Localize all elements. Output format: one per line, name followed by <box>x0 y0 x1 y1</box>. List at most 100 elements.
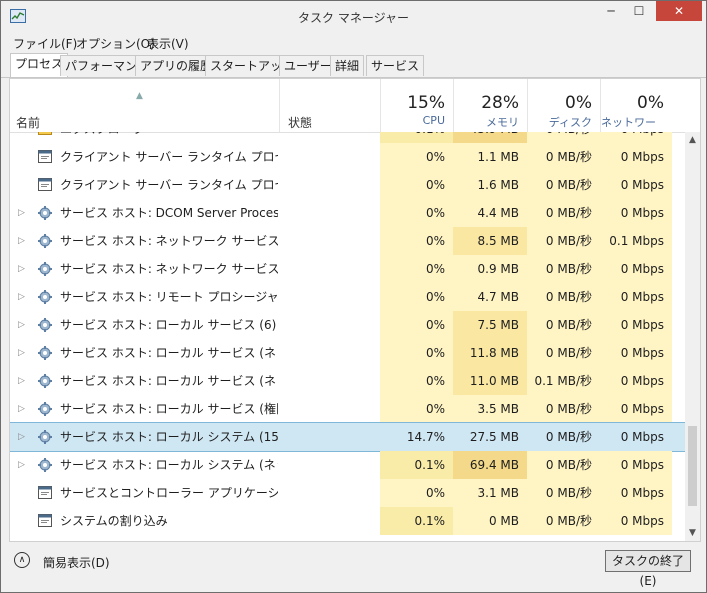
sort-up-icon: ▲ <box>136 91 143 101</box>
process-memory: 4.7 MB <box>453 283 527 311</box>
expand-arrow-icon[interactable]: ▷ <box>18 227 25 255</box>
chevron-up-icon[interactable]: ∧ <box>14 552 30 568</box>
expand-arrow-icon[interactable]: ▷ <box>18 255 25 283</box>
column-disk-header[interactable]: 0% ディスク <box>527 79 600 132</box>
process-row[interactable]: ▷サービス ホスト: ローカル サービス (ネットワ...0%11.8 MB0 … <box>10 339 685 367</box>
process-row[interactable]: ▷ エクスプローラー 0.1%45.9 MB0 MB/秒0 Mbps <box>10 132 685 143</box>
expand-arrow-icon[interactable]: ▷ <box>18 311 25 339</box>
process-disk: 0 MB/秒 <box>527 395 600 423</box>
minimize-button[interactable]: ─ <box>597 1 625 21</box>
vertical-scrollbar[interactable]: ▲ ▼ <box>685 132 700 541</box>
window-icon <box>38 178 52 191</box>
cpu-label: CPU <box>422 114 445 127</box>
process-disk: 0 MB/秒 <box>527 507 600 535</box>
expand-arrow-icon[interactable]: ▷ <box>18 283 25 311</box>
process-row[interactable]: ▷ サービス ホスト: ローカル サービス (権限の... 0%3.5 MB0 MB… <box>10 395 685 423</box>
menu-bar: ファイル(F) オプション(O) 表示(V) <box>1 32 706 52</box>
process-name: サービス ホスト: ローカル システム (ネットワ... <box>60 458 278 472</box>
gear-icon <box>38 290 52 304</box>
process-name: エクスプローラー <box>60 132 278 143</box>
process-name: サービス ホスト: ローカル サービス (ネットワ... <box>60 346 278 360</box>
memory-label: メモリ <box>486 116 519 129</box>
process-disk: 0 MB/秒 <box>527 132 600 143</box>
process-row[interactable]: ▷ サービス ホスト: DCOM Server Proces... 0% 4.4 MB… <box>10 199 685 227</box>
process-cpu: 0.1% <box>380 451 453 479</box>
cpu-total: 15% <box>407 93 445 113</box>
process-name: サービス ホスト: ローカル サービス (ネットワ... <box>60 374 278 388</box>
process-memory: 0.9 MB <box>453 255 527 283</box>
process-memory: 45.9 MB <box>453 132 527 143</box>
process-disk: 0 MB/秒 <box>527 171 600 199</box>
process-memory: 7.5 MB <box>453 311 527 339</box>
column-network-header[interactable]: 0% ネットワーク <box>600 79 672 145</box>
expand-arrow-icon[interactable]: ▷ <box>18 132 25 143</box>
gear-icon <box>38 234 52 248</box>
process-row[interactable]: クライアント サーバー ランタイム プロセス 0% 1.1 MB 0 MB/秒 0 Mb… <box>10 143 685 171</box>
process-cpu: 0% <box>380 143 453 171</box>
expand-arrow-icon[interactable]: ▷ <box>18 199 25 227</box>
column-memory-header[interactable]: 28% メモリ <box>453 79 527 132</box>
close-button[interactable]: ✕ <box>656 1 702 21</box>
process-network: 0 Mbps <box>600 451 672 479</box>
process-memory: 11.0 MB <box>453 367 527 395</box>
process-name: システムの割り込み <box>60 514 168 528</box>
expand-arrow-icon[interactable]: ▷ <box>18 367 25 395</box>
expand-arrow-icon[interactable]: ▷ <box>18 423 25 451</box>
process-memory: 11.8 MB <box>453 339 527 367</box>
process-network: 0 Mbps <box>600 339 672 367</box>
column-status: 状態 <box>288 116 313 130</box>
gear-icon <box>38 374 52 388</box>
process-network: 0 Mbps <box>600 395 672 423</box>
process-row[interactable]: ▷ サービス ホスト: リモート プロシージャ コー... 0%4.7 MB0 MB… <box>10 283 685 311</box>
end-task-button[interactable]: タスクの終了(E) <box>605 550 691 588</box>
column-name[interactable]: 名前 <box>16 114 40 131</box>
process-row[interactable]: ▷サービス ホスト: ネットワーク サービス (ネッ...0%0.9 MB0 M… <box>10 255 685 283</box>
gear-icon <box>38 346 52 360</box>
column-cpu-header[interactable]: 15% CPU <box>380 79 453 132</box>
menu-options[interactable]: オプション(O) <box>76 35 155 52</box>
process-row[interactable]: システムの割り込み 0.1% 0 MB 0 MB/秒 0 Mbps <box>10 507 685 535</box>
process-cpu: 0% <box>380 199 453 227</box>
window-icon <box>38 150 52 163</box>
tab-details[interactable]: 詳細 <box>330 55 365 76</box>
process-row[interactable]: ▷ サービス ホスト: ローカル システム (15) 14.7% 27.5 MB 0 M… <box>10 422 685 452</box>
process-cpu: 0% <box>380 311 453 339</box>
explorer-icon <box>38 132 52 135</box>
process-row[interactable]: サービスとコントローラー アプリケーション 0%3.1 MB0 MB/秒0 Mbp… <box>10 479 685 507</box>
column-status-header[interactable]: 状態 <box>279 79 380 132</box>
process-network: 0 Mbps <box>600 132 672 143</box>
scroll-down-icon[interactable]: ▼ <box>685 525 700 541</box>
process-row[interactable]: クライアント サーバー ランタイム プロセス 0% 1.6 MB 0 MB/秒 0 Mb… <box>10 171 685 199</box>
process-name: サービス ホスト: DCOM Server Proces... <box>60 206 278 220</box>
process-network: 0 Mbps <box>600 283 672 311</box>
process-network: 0 Mbps <box>600 367 672 395</box>
process-name: サービス ホスト: リモート プロシージャ コー... <box>60 290 278 304</box>
fewer-details-link[interactable]: 簡易表示(D) <box>43 554 110 571</box>
process-disk: 0 MB/秒 <box>527 227 600 255</box>
expand-arrow-icon[interactable]: ▷ <box>18 339 25 367</box>
process-disk: 0 MB/秒 <box>527 311 600 339</box>
tab-services[interactable]: サービス <box>366 55 425 76</box>
process-cpu: 0% <box>380 255 453 283</box>
maximize-button[interactable]: ☐ <box>625 1 653 21</box>
tab-users[interactable]: ユーザー <box>279 55 337 76</box>
process-row[interactable]: ▷ サービス ホスト: ローカル サービス (ネットワ... 0%11.0 MB0.… <box>10 367 685 395</box>
scroll-up-icon[interactable]: ▲ <box>685 132 700 148</box>
process-row[interactable]: ▷ サービス ホスト: ローカル システム (ネットワ... 0.1%69.4 MB… <box>10 451 685 479</box>
task-manager-window: タスク マネージャー ─ ☐ ✕ ファイル(F) オプション(O) 表示(V) … <box>0 0 707 593</box>
process-row[interactable]: ▷ サービス ホスト: ネットワーク サービス (4) 0% 8.5 MB 0 MB/秒… <box>10 227 685 255</box>
process-network: 0 Mbps <box>600 255 672 283</box>
process-network: 0 Mbps <box>600 507 672 535</box>
expand-arrow-icon[interactable]: ▷ <box>18 451 25 479</box>
process-row[interactable]: ▷ サービス ホスト: ローカル サービス (6) 0% 7.5 MB 0 MB/秒 0 … <box>10 311 685 339</box>
scroll-thumb[interactable] <box>688 426 697 506</box>
process-memory: 4.4 MB <box>453 199 527 227</box>
process-name: サービス ホスト: ローカル サービス (権限の... <box>60 402 278 416</box>
process-name: サービス ホスト: ネットワーク サービス (4) <box>60 234 278 248</box>
menu-view[interactable]: 表示(V) <box>147 35 189 52</box>
process-cpu: 0% <box>380 367 453 395</box>
gear-icon <box>38 318 52 332</box>
footer-bar: ∧ 簡易表示(D) タスクの終了(E) <box>1 541 706 592</box>
menu-file[interactable]: ファイル(F) <box>13 35 77 52</box>
expand-arrow-icon[interactable]: ▷ <box>18 395 25 423</box>
